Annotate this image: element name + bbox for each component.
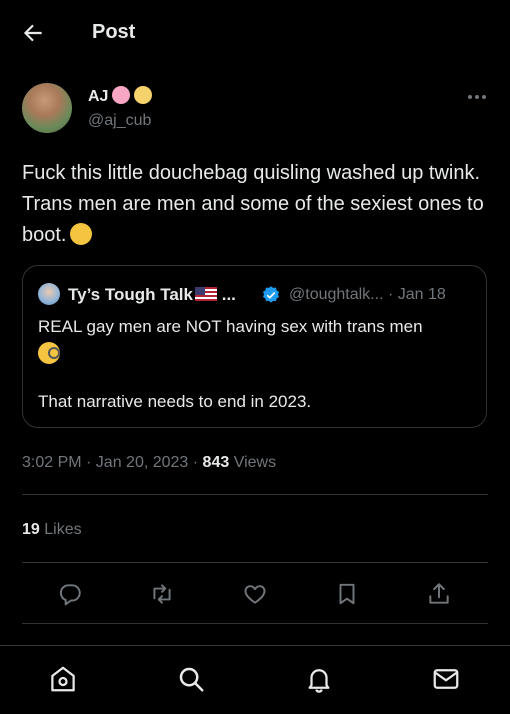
- bookmark-icon[interactable]: [334, 581, 360, 607]
- back-arrow-icon[interactable]: [20, 20, 46, 46]
- reply-icon[interactable]: [57, 581, 83, 607]
- author-handle[interactable]: @aj_cub: [88, 112, 151, 130]
- quoted-text-line2: That narrative needs to end in 2023.: [38, 392, 312, 411]
- repost-icon[interactable]: [149, 581, 175, 607]
- post-timestamp-views: 3:02 PM · Jan 20, 2023 · 843 Views: [22, 454, 276, 472]
- quoted-text-line1: REAL gay men are NOT having sex with tra…: [38, 317, 423, 336]
- quoted-author-name: Ty’s Tough Talk ...: [68, 285, 236, 305]
- pig-face-emoji-icon: [112, 86, 131, 104]
- quoted-post-card[interactable]: Ty’s Tough Talk ... @toughtalk... · Jan …: [22, 265, 487, 428]
- divider: [22, 562, 488, 563]
- home-icon[interactable]: [48, 664, 78, 694]
- views-label: Views: [229, 454, 277, 471]
- quoted-author-name-text: Ty’s Tough Talk: [68, 285, 193, 304]
- quoted-handle-date: @toughtalk... · Jan 18: [289, 286, 446, 303]
- top-bar: Post: [0, 0, 510, 66]
- author-name-text: AJ: [88, 88, 109, 105]
- search-icon[interactable]: [176, 664, 206, 694]
- author-avatar[interactable]: [22, 83, 72, 133]
- divider: [22, 494, 488, 495]
- page-title: Post: [92, 21, 136, 43]
- quoted-author-avatar: [38, 283, 60, 305]
- like-icon[interactable]: [242, 581, 268, 607]
- yawning-face-emoji-icon: [70, 223, 93, 245]
- bottom-nav-border: [0, 645, 510, 646]
- notifications-icon[interactable]: [304, 664, 334, 694]
- likes-count: 19: [22, 521, 40, 538]
- messages-icon[interactable]: [431, 664, 461, 694]
- verified-badge-icon: [261, 285, 281, 305]
- cowboy-hat-emoji-icon: [134, 86, 153, 104]
- likes-label: Likes: [39, 521, 82, 538]
- quoted-author-name-ellipsis: ...: [221, 285, 236, 304]
- monocle-face-emoji-icon: [38, 342, 60, 364]
- share-icon[interactable]: [426, 581, 452, 607]
- post-text: Fuck this little douchebag quisling wash…: [22, 158, 487, 251]
- divider: [22, 623, 488, 624]
- likes-stat[interactable]: 19 Likes: [22, 521, 82, 539]
- author-name[interactable]: AJ: [88, 86, 153, 106]
- views-count: 843: [202, 454, 230, 471]
- post-timestamp: 3:02 PM · Jan 20, 2023 ·: [22, 454, 203, 471]
- us-flag-emoji-icon: [195, 287, 217, 301]
- more-options-icon[interactable]: [466, 92, 488, 102]
